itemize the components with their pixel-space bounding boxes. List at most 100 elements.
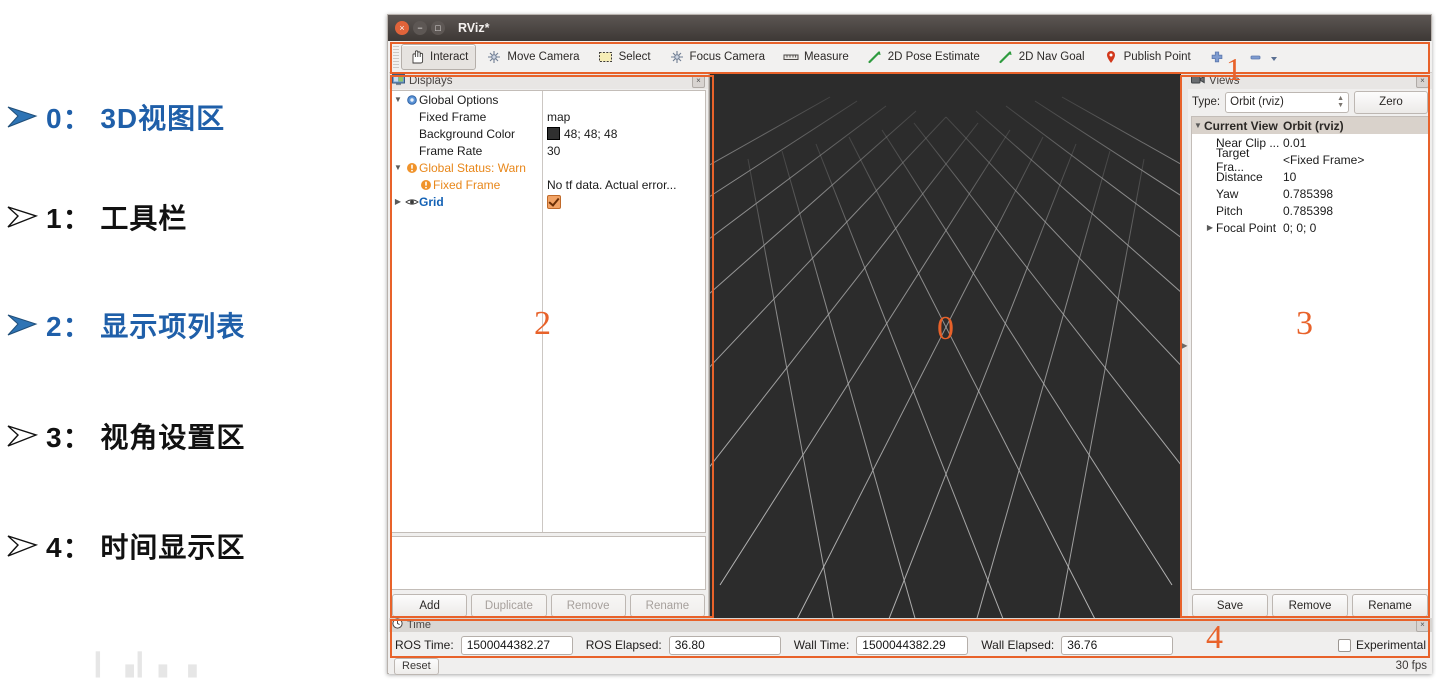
viewport-overlay-number: 0 bbox=[937, 310, 954, 348]
tool-interact-label: Interact bbox=[430, 50, 469, 63]
remove-view-button[interactable]: Remove bbox=[1272, 594, 1348, 617]
views-row-pitch[interactable]: Pitch 0.785398 bbox=[1192, 202, 1428, 219]
arrow-bullet-icon bbox=[0, 313, 46, 337]
tool-interact[interactable]: Interact bbox=[401, 43, 477, 70]
annotation-item: 2： 显示项列表 bbox=[0, 302, 386, 348]
tool-add-button[interactable] bbox=[1201, 44, 1238, 70]
ros-elapsed-field[interactable]: 36.80 bbox=[668, 635, 781, 655]
window-minimize-icon[interactable]: − bbox=[413, 21, 427, 35]
views-row-focal-point[interactable]: ▶ Focal Point 0; 0; 0 bbox=[1192, 219, 1428, 236]
clock-icon bbox=[392, 618, 403, 632]
displays-tree[interactable]: ▼ Global Options Fixed Frame map Backgro… bbox=[391, 90, 706, 533]
views-row-value[interactable]: <Fixed Frame> bbox=[1280, 153, 1428, 167]
displays-panel: Displays × ▼ Global Options Fixed Frame … bbox=[389, 73, 709, 618]
tree-label: Fixed Frame bbox=[433, 177, 501, 192]
tree-value[interactable]: map bbox=[542, 110, 705, 124]
tree-value[interactable]: 30 bbox=[542, 144, 705, 158]
tool-select[interactable]: Select bbox=[590, 44, 659, 70]
tool-2d-pose-estimate-label: 2D Pose Estimate bbox=[887, 50, 980, 63]
save-view-button[interactable]: Save bbox=[1192, 594, 1268, 617]
tree-row-fixed-frame[interactable]: Fixed Frame map bbox=[392, 108, 705, 125]
views-close-icon[interactable]: × bbox=[1416, 74, 1429, 88]
view-type-select[interactable]: Orbit (rviz) ▲ ▼ bbox=[1225, 91, 1349, 113]
time-title-label: Time bbox=[407, 619, 432, 631]
toolbar: Interact Move Camera Select Focus Camera bbox=[389, 41, 1432, 73]
grid-enabled-checkbox[interactable] bbox=[547, 194, 561, 209]
tree-row-grid[interactable]: ▶ Grid bbox=[392, 193, 705, 210]
experimental-checkbox[interactable] bbox=[1337, 638, 1351, 652]
tree-label: Grid bbox=[419, 194, 444, 209]
tree-row-global-options[interactable]: ▼ Global Options bbox=[392, 91, 705, 108]
plus-icon bbox=[1209, 50, 1225, 64]
tree-row-status-fixed-frame[interactable]: Fixed Frame No tf data. Actual error... bbox=[392, 176, 705, 193]
twisty-icon[interactable]: ▶ bbox=[392, 197, 404, 206]
views-row-value[interactable]: 10 bbox=[1280, 170, 1428, 184]
annotation-label-3: 3： 视角设置区 bbox=[46, 422, 246, 453]
tree-row-background-color[interactable]: Background Color 48; 48; 48 bbox=[392, 125, 705, 142]
twisty-icon[interactable]: ▼ bbox=[392, 95, 404, 104]
twisty-icon[interactable]: ▶ bbox=[1204, 223, 1216, 232]
spinner-arrows-icon[interactable]: ▲ ▼ bbox=[1337, 95, 1344, 109]
chevron-down-icon[interactable] bbox=[1269, 50, 1279, 64]
twisty-icon[interactable]: ▼ bbox=[392, 163, 404, 172]
views-row-target-frame[interactable]: Target Fra... <Fixed Frame> bbox=[1192, 146, 1428, 174]
displays-panel-title: Displays × bbox=[389, 73, 708, 89]
tree-label: Global Options bbox=[419, 92, 499, 107]
zero-button[interactable]: Zero bbox=[1354, 90, 1428, 114]
remove-display-button[interactable]: Remove bbox=[550, 594, 626, 617]
views-row-label: Pitch bbox=[1216, 203, 1243, 218]
reset-button[interactable]: Reset bbox=[394, 657, 439, 675]
views-title-label: Views bbox=[1209, 75, 1240, 87]
tool-select-label: Select bbox=[618, 50, 651, 63]
tool-move-camera[interactable]: Move Camera bbox=[478, 44, 587, 70]
window-close-icon[interactable]: × bbox=[395, 21, 409, 35]
views-row-value[interactable]: 0; 0; 0 bbox=[1280, 221, 1428, 235]
annotation-label-2: 2： 显示项列表 bbox=[46, 311, 246, 342]
ros-time-field[interactable]: 1500044382.27 bbox=[460, 635, 573, 655]
tool-remove-button[interactable] bbox=[1240, 44, 1292, 70]
views-panel-splitter[interactable]: ▶ bbox=[1181, 73, 1188, 618]
toolbar-drag-handle[interactable] bbox=[393, 45, 399, 68]
window-titlebar: × − □ RViz* bbox=[388, 15, 1431, 41]
displays-column-splitter[interactable] bbox=[542, 91, 543, 532]
displays-title-label: Displays bbox=[409, 75, 453, 87]
arrow-bullet-icon bbox=[0, 424, 46, 448]
views-row-value[interactable]: 0.785398 bbox=[1280, 187, 1428, 201]
views-row-distance[interactable]: Distance 10 bbox=[1192, 168, 1428, 185]
annotation-item: 4： 时间显示区 bbox=[0, 523, 386, 569]
views-tree[interactable]: ▼ Current View Orbit (rviz) Near Clip ..… bbox=[1191, 116, 1429, 590]
views-row-value[interactable]: 0.785398 bbox=[1280, 204, 1428, 218]
focus-camera-icon bbox=[669, 50, 685, 64]
rename-view-button[interactable]: Rename bbox=[1352, 594, 1428, 617]
tree-label: Background Color bbox=[419, 126, 516, 141]
nav-goal-arrow-icon bbox=[998, 50, 1014, 64]
time-panel-title: Time × bbox=[389, 618, 1432, 632]
tool-2d-pose-estimate[interactable]: 2D Pose Estimate bbox=[859, 44, 988, 70]
tool-focus-camera[interactable]: Focus Camera bbox=[661, 44, 773, 70]
tree-value[interactable]: No tf data. Actual error... bbox=[542, 178, 705, 192]
duplicate-button[interactable]: Duplicate bbox=[471, 594, 547, 617]
tool-2d-nav-goal[interactable]: 2D Nav Goal bbox=[990, 44, 1093, 70]
window-maximize-icon[interactable]: □ bbox=[431, 21, 445, 35]
time-close-icon[interactable]: × bbox=[1416, 618, 1429, 632]
tree-row-frame-rate[interactable]: Frame Rate 30 bbox=[392, 142, 705, 159]
camera-icon bbox=[1191, 74, 1205, 88]
views-row-value[interactable]: 0.01 bbox=[1280, 136, 1428, 150]
wall-time-field[interactable]: 1500044382.29 bbox=[856, 635, 969, 655]
views-type-row: Type: Orbit (rviz) ▲ ▼ Zero bbox=[1188, 89, 1432, 114]
wall-elapsed-label: Wall Elapsed: bbox=[981, 638, 1055, 652]
wall-elapsed-field[interactable]: 36.76 bbox=[1061, 635, 1174, 655]
rename-display-button[interactable]: Rename bbox=[629, 594, 705, 617]
tree-row-global-status[interactable]: ▼ Global Status: Warn bbox=[392, 159, 705, 176]
twisty-icon[interactable]: ▼ bbox=[1192, 121, 1204, 130]
arrow-bullet-icon bbox=[0, 105, 46, 129]
add-button[interactable]: Add bbox=[392, 594, 468, 617]
views-row-yaw[interactable]: Yaw 0.785398 bbox=[1192, 185, 1428, 202]
pose-arrow-icon bbox=[867, 50, 883, 64]
select-rect-icon bbox=[598, 50, 614, 64]
3d-viewport[interactable]: 0 bbox=[709, 73, 1181, 618]
tool-measure[interactable]: Measure bbox=[775, 44, 857, 70]
gear-icon bbox=[404, 94, 419, 106]
tool-publish-point[interactable]: Publish Point bbox=[1095, 44, 1199, 70]
displays-close-icon[interactable]: × bbox=[692, 74, 705, 88]
